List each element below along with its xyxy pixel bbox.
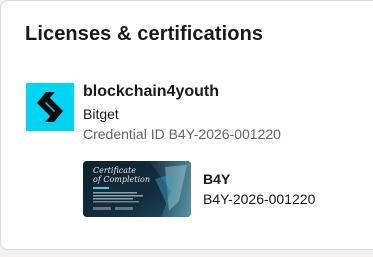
- issuer-name: Bitget: [83, 106, 119, 122]
- thumbnail-heading-line1: Certificate: [93, 166, 136, 175]
- media-title: B4Y: [203, 171, 231, 187]
- media-subtitle: B4Y-2026-001220: [203, 191, 316, 207]
- section-title: Licenses & certifications: [25, 23, 264, 45]
- issuer-logo[interactable]: [26, 83, 74, 131]
- credential-id: Credential ID B4Y-2026-001220: [83, 126, 281, 142]
- licenses-certifications-card: Licenses & certifications blockchain4you…: [0, 0, 373, 250]
- certificate-thumbnail[interactable]: Certificate of Completion: [83, 161, 191, 217]
- thumbnail-heading-line2: of Completion: [93, 175, 150, 184]
- certification-name-link[interactable]: blockchain4youth: [83, 83, 219, 101]
- bitget-logo-icon: [37, 92, 63, 122]
- certificate-preview-image: Certificate of Completion: [83, 161, 191, 217]
